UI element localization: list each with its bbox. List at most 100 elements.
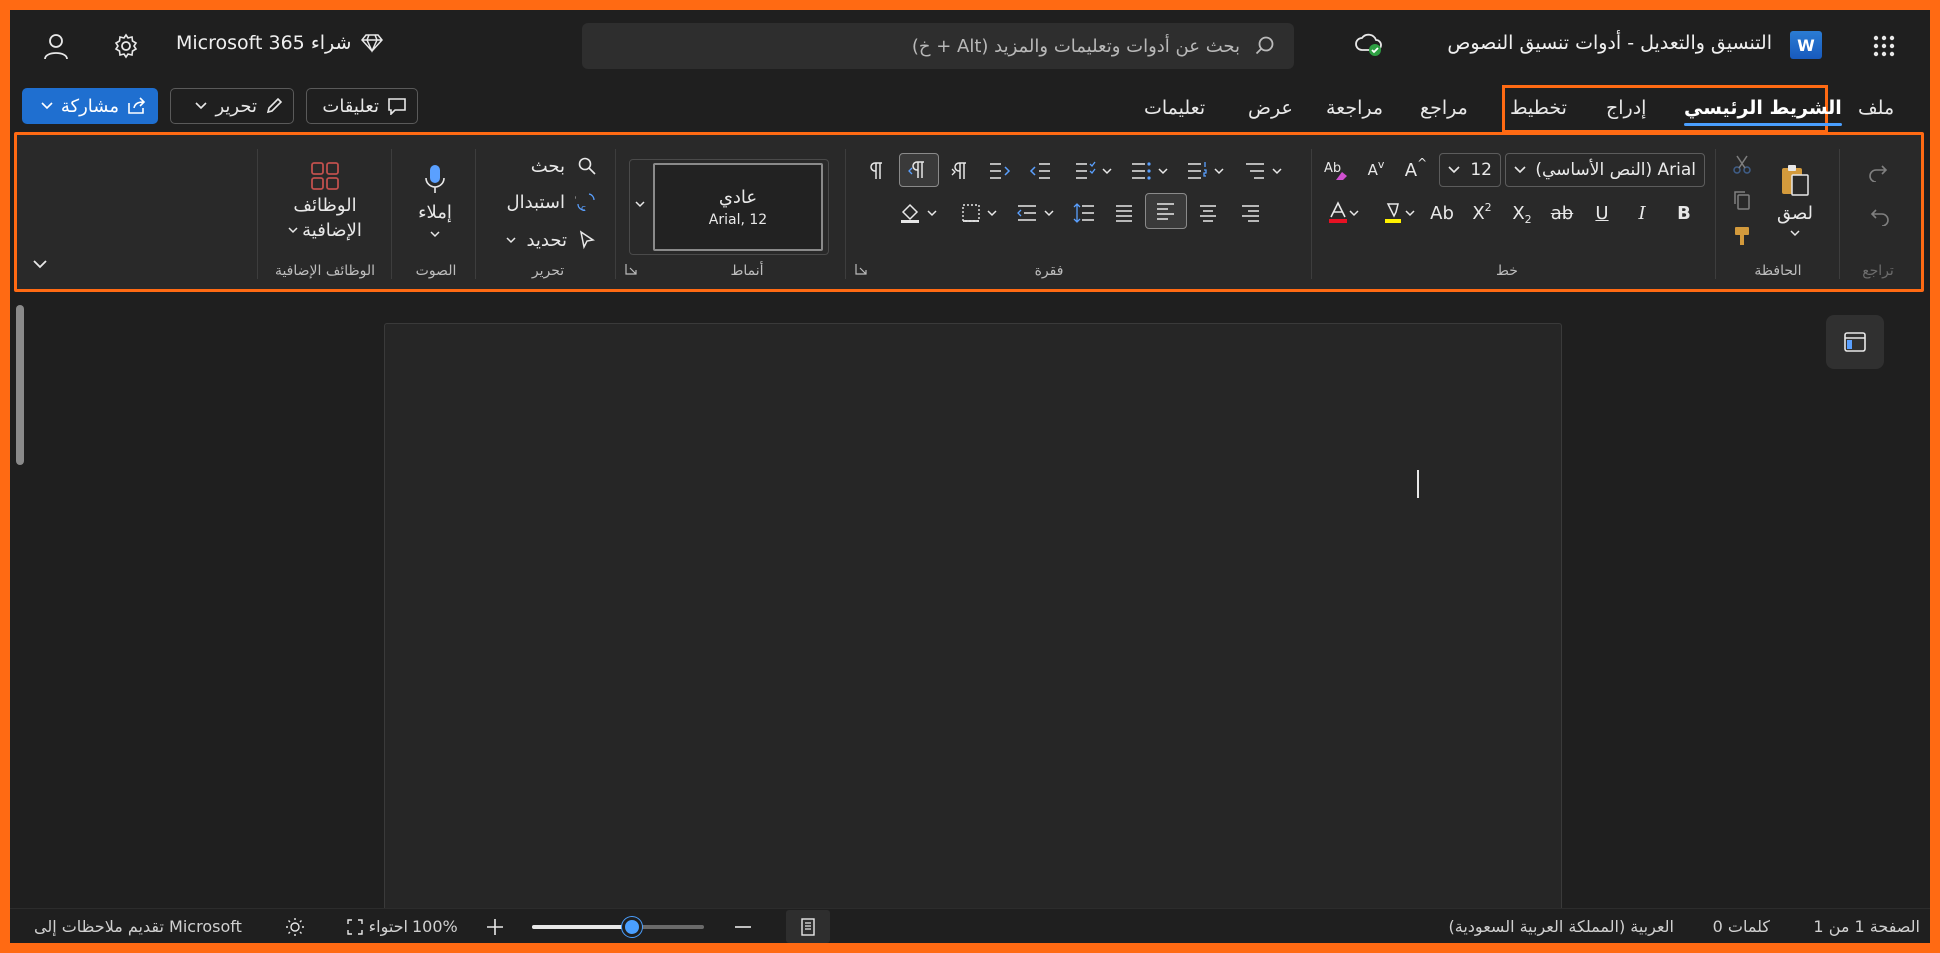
tab-references[interactable]: مراجع [1420, 88, 1468, 128]
paragraph-spacing-button[interactable] [1007, 197, 1063, 229]
align-right-icon[interactable] [1233, 197, 1267, 229]
zoom-out-icon[interactable] [728, 909, 758, 943]
buy-label: شراء Microsoft 365 [176, 32, 352, 54]
grow-font-icon[interactable]: A ^ [1401, 153, 1431, 187]
style-normal-tile[interactable]: عادي Arial, 12 [653, 163, 823, 251]
account-avatar-icon[interactable] [36, 26, 76, 66]
justify-icon[interactable] [1107, 197, 1141, 229]
tab-help[interactable]: تعليمات [1144, 88, 1205, 128]
document-page[interactable] [384, 323, 1562, 923]
underline-button[interactable]: U [1585, 195, 1619, 231]
editing-mode-button[interactable]: تحرير [170, 88, 294, 124]
font-size-value: 12 [1470, 160, 1492, 180]
replace-button[interactable]: bc استبدال [493, 187, 597, 217]
vertical-scrollbar[interactable] [16, 305, 24, 465]
bullet-list-button[interactable] [1121, 155, 1177, 187]
share-button[interactable]: مشاركة [22, 88, 158, 124]
checklist-button[interactable] [1065, 155, 1121, 187]
zoom-slider-thumb[interactable] [621, 916, 642, 937]
comments-button[interactable]: تعليقات [306, 88, 418, 124]
language-indicator[interactable]: العربية (المملكة العربية السعودية) [1430, 909, 1674, 943]
group-label-clipboard: الحافظة [1754, 263, 1802, 279]
search-box[interactable]: بحث عن أدوات وتعليمات والمزيد (Alt + خ) [582, 23, 1294, 69]
zoom-level[interactable]: 100% [412, 909, 466, 943]
font-size-dropdown[interactable]: 12 [1439, 153, 1501, 187]
shading-button[interactable] [889, 197, 947, 229]
superscript-button[interactable]: X2 [1465, 195, 1499, 231]
line-spacing-icon[interactable] [1067, 197, 1101, 229]
undo-icon[interactable] [1859, 199, 1899, 235]
settings-gear-icon[interactable] [106, 26, 146, 66]
format-painter-icon[interactable] [1727, 221, 1757, 251]
group-separator [475, 149, 476, 279]
tab-review[interactable]: مراجعة [1326, 88, 1383, 128]
redo-icon[interactable] [1859, 155, 1899, 191]
rtl-paragraph-icon[interactable] [899, 153, 939, 187]
tab-view[interactable]: عرض [1248, 88, 1293, 128]
italic-glyph: I [1638, 202, 1646, 224]
print-layout-icon[interactable] [786, 910, 830, 943]
page-count[interactable]: الصفحة 1 من 1 [1780, 909, 1920, 943]
share-label: مشاركة [60, 95, 119, 117]
align-left-icon[interactable] [1145, 193, 1187, 229]
tab-insert[interactable]: إدراج [1606, 88, 1646, 128]
side-panel-toggle-icon[interactable] [1826, 315, 1884, 369]
subscript-button[interactable]: X2 [1505, 195, 1539, 231]
dictate-button[interactable]: إملاء [405, 149, 465, 253]
shrink-font-icon[interactable]: Av [1361, 153, 1391, 187]
feedback-link[interactable]: تقديم ملاحظات إلى Microsoft [34, 909, 270, 943]
font-color-button[interactable] [1321, 195, 1365, 231]
language-text: العربية (المملكة العربية السعودية) [1448, 917, 1674, 936]
ribbon-display-options-chevron-icon[interactable] [25, 249, 55, 279]
tab-file[interactable]: ملف [1858, 88, 1894, 128]
group-separator [1311, 149, 1312, 279]
comment-icon [387, 97, 407, 115]
copy-icon[interactable] [1727, 185, 1757, 215]
app-launcher-icon[interactable] [1864, 26, 1904, 66]
strikethrough-button[interactable]: ab [1545, 195, 1579, 231]
cut-icon[interactable] [1727, 149, 1757, 179]
styles-more-chevron-icon[interactable] [631, 189, 649, 219]
page-count-text: الصفحة 1 من 1 [1813, 917, 1920, 936]
zoom-slider-track [532, 916, 704, 937]
superscript-glyph: X [1472, 202, 1485, 224]
multilevel-list-button[interactable] [1235, 155, 1291, 187]
group-label-paragraph: فقرة [1034, 263, 1064, 279]
increase-indent-icon[interactable] [983, 155, 1017, 187]
brightness-toggle-icon[interactable] [280, 909, 310, 943]
document-canvas[interactable] [10, 295, 1930, 923]
paragraph-settings-launcher-icon[interactable] [851, 259, 871, 279]
svg-text:Ab: Ab [1324, 161, 1341, 176]
show-formatting-marks-icon[interactable] [859, 155, 893, 187]
fit-button[interactable]: احتواء [326, 909, 408, 943]
change-case-button[interactable]: Ab [1425, 195, 1459, 231]
tab-home[interactable]: الشريط الرئيسي [1684, 88, 1842, 128]
styles-settings-launcher-icon[interactable] [621, 259, 641, 279]
align-center-icon[interactable] [1191, 197, 1225, 229]
document-title[interactable]: التنسيق والتعديل - أدوات تنسيق النصوص [1400, 32, 1772, 54]
ltr-paragraph-icon[interactable] [943, 155, 977, 187]
decrease-indent-icon[interactable] [1023, 155, 1057, 187]
highlight-color-button[interactable] [1379, 195, 1419, 231]
buy-microsoft-365-button[interactable]: شراء Microsoft 365 [176, 32, 384, 54]
zoom-slider[interactable] [532, 909, 712, 943]
zoom-in-icon[interactable] [480, 909, 510, 943]
find-button[interactable]: بحث [493, 151, 597, 181]
clear-formatting-icon[interactable]: Ab [1319, 153, 1351, 187]
paste-button[interactable]: لصق [1765, 145, 1825, 255]
tab-layout-label: تخطيط [1510, 97, 1567, 119]
change-case-glyph: Ab [1430, 202, 1454, 224]
italic-button[interactable]: I [1625, 195, 1659, 231]
select-button[interactable]: تحديد [493, 225, 597, 255]
borders-button[interactable] [951, 197, 1007, 229]
zoom-slider-fill [532, 924, 632, 929]
numbered-list-button[interactable] [1177, 155, 1233, 187]
font-name-dropdown[interactable]: Arial (النص الأساسي) [1505, 153, 1705, 187]
word-count[interactable]: 0 كلمات [1686, 909, 1770, 943]
tab-layout[interactable]: تخطيط [1510, 88, 1567, 128]
cloud-saved-icon[interactable] [1354, 32, 1384, 58]
add-ins-button[interactable]: الوظائف الإضافية [269, 149, 381, 253]
group-label-styles: أنماط [730, 263, 764, 279]
bold-button[interactable]: B [1667, 195, 1701, 231]
subscript-glyph: X [1512, 202, 1525, 224]
